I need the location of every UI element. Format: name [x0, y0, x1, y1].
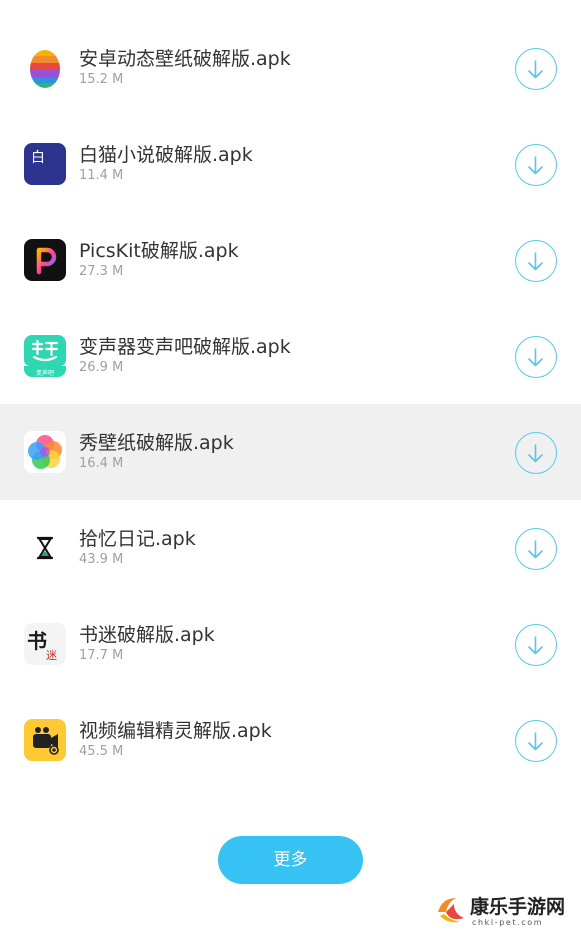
download-item[interactable]: 视频编辑精灵解版.apk 45.5 M: [0, 692, 581, 788]
download-arrow-icon: [528, 731, 543, 750]
site-watermark: 康乐手游网 chkl-pet.com: [432, 886, 581, 930]
download-button[interactable]: [515, 336, 557, 378]
download-arrow-icon: [528, 155, 543, 174]
svg-text:书: 书: [27, 629, 47, 653]
download-item[interactable]: 拾忆日记.apk 43.9 M: [0, 500, 581, 596]
file-name: 安卓动态壁纸破解版.apk: [79, 48, 291, 70]
download-item[interactable]: 变声吧 变声器变声吧破解版.apk 26.9 M: [0, 308, 581, 404]
watermark-title: 康乐手游网: [470, 896, 566, 918]
download-button[interactable]: [515, 624, 557, 666]
download-button[interactable]: [515, 48, 557, 90]
download-arrow-icon: [528, 443, 543, 462]
picskit-icon: [24, 239, 66, 281]
file-name: 视频编辑精灵解版.apk: [79, 720, 272, 742]
flower-petals-icon: [24, 431, 66, 473]
file-size: 17.7 M: [79, 648, 124, 663]
download-list: 安卓动态壁纸破解版.apk 15.2 M 白 白猫小说破解版.apk 11.4 …: [0, 20, 581, 788]
download-arrow-icon: [528, 539, 543, 558]
svg-text:迷: 迷: [46, 649, 57, 662]
file-name: 秀壁纸破解版.apk: [79, 432, 234, 454]
icon-text: 白: [31, 150, 45, 166]
file-name: 白猫小说破解版.apk: [79, 144, 253, 166]
hourglass-icon: [24, 527, 66, 569]
file-size: 16.4 M: [79, 456, 124, 471]
rainbow-egg-icon: [24, 47, 66, 89]
file-name: 拾忆日记.apk: [79, 528, 196, 550]
download-button[interactable]: [515, 240, 557, 282]
svg-text:变声吧: 变声吧: [36, 369, 54, 377]
download-item[interactable]: PicsKit破解版.apk 27.3 M: [0, 212, 581, 308]
download-arrow-icon: [528, 59, 543, 78]
file-size: 43.9 M: [79, 552, 124, 567]
watermark-logo-icon: [438, 898, 464, 923]
download-item[interactable]: 书 迷 书迷破解版.apk 17.7 M: [0, 596, 581, 692]
download-button[interactable]: [515, 432, 557, 474]
baimao-novel-icon: 白: [24, 143, 66, 185]
file-size: 15.2 M: [79, 72, 124, 87]
file-size: 45.5 M: [79, 744, 124, 759]
download-button[interactable]: [515, 720, 557, 762]
watermark-subtitle: chkl-pet.com: [472, 918, 544, 927]
file-size: 27.3 M: [79, 264, 124, 279]
file-name: 书迷破解版.apk: [79, 624, 215, 646]
file-size: 26.9 M: [79, 360, 124, 375]
download-item[interactable]: 安卓动态壁纸破解版.apk 15.2 M: [0, 20, 581, 116]
download-arrow-icon: [528, 347, 543, 366]
video-camera-icon: [24, 719, 66, 761]
download-arrow-icon: [528, 251, 543, 270]
download-arrow-icon: [528, 635, 543, 654]
download-button[interactable]: [515, 144, 557, 186]
file-size: 11.4 M: [79, 168, 124, 183]
voice-changer-icon: 变声吧: [24, 335, 66, 377]
more-button[interactable]: 更多: [218, 836, 363, 884]
file-name: PicsKit破解版.apk: [79, 240, 239, 262]
download-item[interactable]: 白 白猫小说破解版.apk 11.4 M: [0, 116, 581, 212]
file-name: 变声器变声吧破解版.apk: [79, 336, 291, 358]
download-button[interactable]: [515, 528, 557, 570]
download-item[interactable]: 秀壁纸破解版.apk 16.4 M: [0, 404, 581, 500]
calligraphy-icon: 书 迷: [24, 623, 66, 665]
